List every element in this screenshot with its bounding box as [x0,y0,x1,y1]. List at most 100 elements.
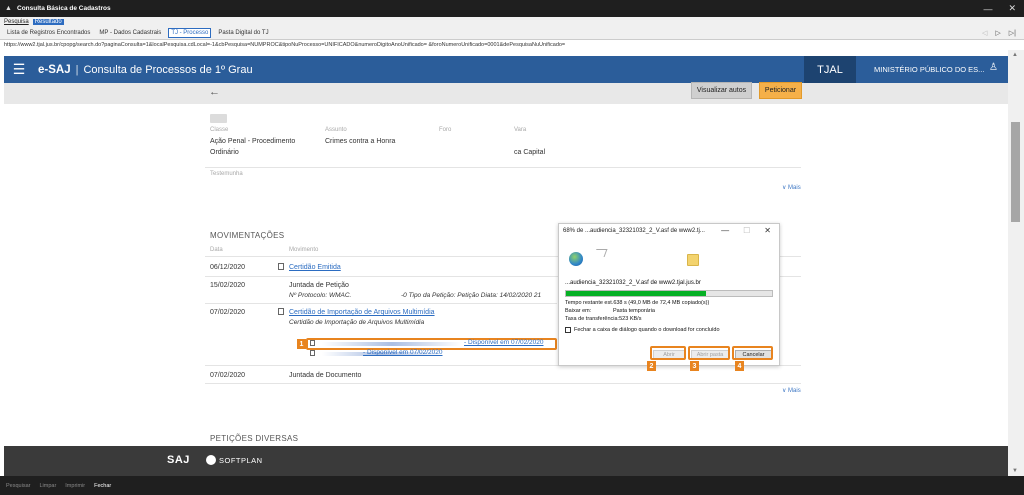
window-title: Consulta Básica de Cadastros [17,5,111,12]
movement-protocol: Nº Protocolo: WMAC. [289,292,352,299]
vertical-scrollbar[interactable]: ▲ ▼ [1008,50,1024,476]
search-command[interactable]: Pesquisar [6,483,30,489]
close-when-done-checkbox[interactable]: Fechar a caixa de diálogo quando o downl… [565,327,720,333]
petition-button[interactable]: Peticionar [759,82,802,99]
file-icon [310,350,315,356]
page-footer: SAJ SOFTPLAN [4,446,1008,476]
scroll-up-icon[interactable]: ▲ [1012,52,1018,58]
action-bar: ← [4,83,1008,104]
subject-label: Assunto [325,127,347,133]
print-command[interactable]: Imprimir [65,483,85,489]
download-progress-bar [565,290,773,297]
court-badge: TJAL [804,56,856,83]
window-controls: — ✕ [983,0,1016,17]
download-progress-fill [566,291,707,296]
page-title: Consulta de Processos de 1º Grau [83,63,253,76]
close-when-done-label: Fechar a caixa de diálogo quando o downl… [574,327,720,333]
case-more-link[interactable]: ∨ Mais [782,184,801,191]
softplan-label: SOFTPLAN [219,455,263,465]
movement-petition-type: -0 Tipo da Petição: Petição Diata: 14/02… [401,292,542,299]
menu-resultado[interactable]: Resultado [32,19,64,25]
menu-pesquisa[interactable]: Pesquisa [4,19,29,25]
dialog-close-button[interactable]: ✕ [764,226,771,235]
divider [205,303,557,304]
web-viewport: ☰ e-SAJ | Consulta de Processos de 1º Gr… [0,50,1008,476]
transfer-rate-row: Taxa de transferência:523 KB/s [565,316,641,322]
redacted-filename [322,342,462,346]
tab-tj-processo[interactable]: TJ - Processo [168,28,212,38]
highlight-open-folder-button [688,346,730,360]
browser-nav: ◁ ▷ ▷| [982,29,1016,37]
movement-date: 15/02/2020 [210,282,246,289]
movements-movement-header: Movimento [289,247,319,253]
subject-value: Crimes contra a Honra [325,138,396,145]
step-badge: 2 [647,361,656,371]
nav-last-icon[interactable]: ▷| [1009,29,1016,37]
url-bar[interactable]: https://www2.tjal.jus.br/cpopg/search.do… [0,40,1024,50]
tab-pasta-digital[interactable]: Pasta Digital do TJ [216,29,270,37]
file-link[interactable]: - Disponível em 07/02/2020 [363,349,443,356]
movement-date: 07/02/2020 [210,372,246,379]
movement-text: Juntada de Petição [289,282,349,289]
download-to-row: Baixar em: Pasta temporária [565,308,655,314]
folder-icon [687,254,699,266]
app-icon: ▲ [5,4,12,12]
movement-link[interactable]: Certidão de Importação de Arquivos Multi… [289,309,435,316]
dialog-maximize-button[interactable]: ☐ [743,226,750,235]
result-tabs: Lista de Registros Encontrados MP - Dado… [0,27,1024,40]
download-to-label: Baixar em: [565,308,592,314]
download-dialog: 68% de ...audiencia_32321032_2_V.asf de … [558,223,780,366]
file-icon [310,340,315,346]
movements-more-link[interactable]: ∨ Mais [782,387,801,394]
movement-date: 06/12/2020 [210,264,246,271]
saj-logo: SAJ [167,454,190,466]
checkbox-box[interactable] [565,327,571,333]
divider [205,167,801,168]
tab-mp-dados-cadastrais[interactable]: MP - Dados Cadastrais [97,29,163,37]
forum-label: Foro [439,127,452,133]
user-icon[interactable]: ♙ [989,62,998,73]
globe-icon [569,252,583,266]
back-arrow-icon[interactable]: ← [209,86,220,98]
softplan-logo: SOFTPLAN [206,455,263,465]
step-badge: 3 [690,361,699,371]
scroll-down-icon[interactable]: ▼ [1012,468,1018,474]
transfer-rate-label: Taxa de transferência: [565,316,620,322]
remaining-row: Tempo restante est.638 s (49,0 MB de 72,… [565,300,709,306]
document-icon [278,308,284,315]
movements-date-header: Data [210,247,223,253]
movement-link[interactable]: Certidão Emitida [289,264,341,271]
divider [205,383,801,384]
softplan-logo-icon [206,455,216,465]
download-dialog-title: 68% de ...audiencia_32321032_2_V.asf de … [563,228,705,234]
download-filename: ...audiencia_32321032_2_V.asf de www2.tj… [565,280,701,286]
remaining-value: 638 s (49,0 MB de 72,4 MB copiado(s)) [613,300,710,306]
class-label: Classe [210,127,229,133]
close-window-button[interactable]: ✕ [1008,3,1016,14]
clear-command[interactable]: Limpar [39,483,56,489]
command-bar: Pesquisar Limpar Imprimir Fechar [0,476,1024,495]
transfer-rate-value: 523 KB/s [619,316,642,322]
step-badge: 4 [735,361,744,371]
nav-forward-icon[interactable]: ▷ [995,29,1000,37]
highlight-cancel-button [732,346,773,360]
organization-name[interactable]: MINISTÉRIO PÚBLICO DO ES... [874,65,984,74]
tab-lista-registros[interactable]: Lista de Registros Encontrados [5,29,92,37]
close-command[interactable]: Fechar [94,483,111,489]
class-value-line1: Ação Penal - Procedimento [210,138,296,145]
redacted-case-number [210,114,227,123]
movements-title: MOVIMENTAÇÕES [210,231,285,240]
scrollbar-thumb[interactable] [1011,122,1020,222]
menu-icon[interactable]: ☰ [4,61,34,78]
view-files-button[interactable]: Visualizar autos [691,82,752,99]
esaj-brand[interactable]: e-SAJ [38,64,71,76]
app-menubar: Pesquisa Resultado [0,17,1024,27]
class-value-line2: Ordinário [210,149,239,156]
dialog-minimize-button[interactable]: — [721,226,729,235]
file-link[interactable]: - Disponível em 07/02/2020 [464,339,544,346]
document-icon [278,263,284,270]
minimize-button[interactable]: — [983,4,992,14]
download-to-value: Pasta temporária [613,308,655,314]
highlight-open-button [650,346,686,360]
nav-back-icon[interactable]: ◁ [982,29,987,37]
